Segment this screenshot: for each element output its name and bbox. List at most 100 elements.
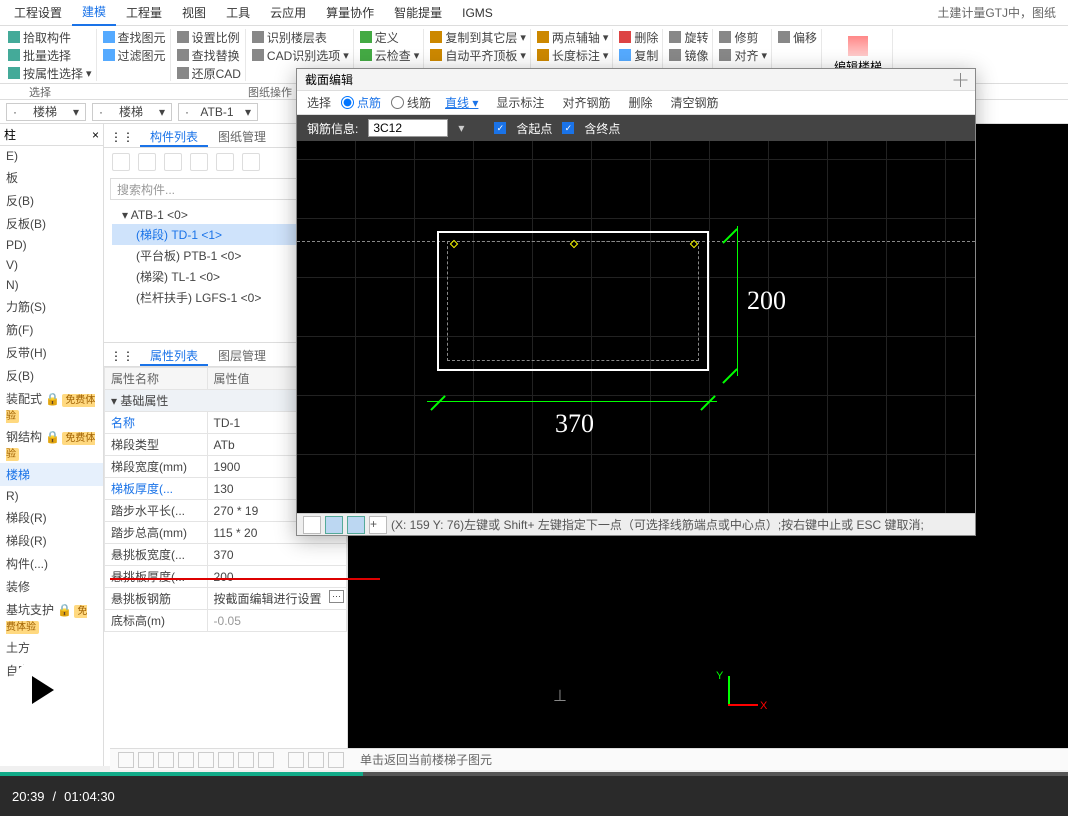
- nav-item[interactable]: 筋(F): [0, 318, 103, 341]
- ribbon-rotate[interactable]: 旋转: [669, 29, 708, 45]
- nav-item[interactable]: 力筋(S): [0, 295, 103, 318]
- snap-button[interactable]: [325, 516, 343, 534]
- nav-item[interactable]: 装修: [0, 575, 103, 598]
- ribbon-cloudcheck[interactable]: 云检查 ▾: [360, 47, 420, 63]
- radio-point[interactable]: 点筋: [341, 94, 381, 111]
- show-dim-button[interactable]: 显示标注: [492, 93, 548, 112]
- menu-item[interactable]: 视图: [172, 0, 216, 25]
- snap-button[interactable]: [347, 516, 365, 534]
- section-canvas[interactable]: 370 200: [297, 141, 975, 513]
- menu-item[interactable]: 建模: [72, 0, 116, 26]
- new-icon[interactable]: [112, 153, 130, 171]
- nav-item[interactable]: 土方: [0, 636, 103, 659]
- clear-button[interactable]: 清空钢筋: [666, 93, 722, 112]
- ribbon-aligntop[interactable]: 自动平齐顶板 ▾: [430, 47, 526, 63]
- menu-item[interactable]: 智能提量: [384, 0, 452, 25]
- align-button[interactable]: 对齐钢筋: [558, 93, 614, 112]
- ribbon-dimension[interactable]: 长度标注 ▾: [537, 47, 609, 63]
- ribbon-replace[interactable]: 查找替换: [177, 47, 241, 63]
- radio-line[interactable]: 线筋: [391, 94, 431, 111]
- menu-item[interactable]: 工具: [216, 0, 260, 25]
- ribbon-byprop[interactable]: 按属性选择 ▾: [8, 65, 92, 81]
- ribbon-pick[interactable]: 拾取构件: [8, 29, 92, 45]
- close-icon[interactable]: ×: [92, 128, 99, 142]
- nav-item[interactable]: 装配式 🔒免费体验: [0, 387, 103, 425]
- status-btn[interactable]: [218, 752, 234, 768]
- down-icon[interactable]: [242, 153, 260, 171]
- nav-item[interactable]: 板: [0, 166, 103, 189]
- tab-properties[interactable]: 属性列表: [140, 343, 208, 366]
- nav-item[interactable]: 反(B): [0, 189, 103, 212]
- ribbon-align[interactable]: 对齐 ▾: [719, 47, 767, 63]
- ribbon-batch[interactable]: 批量选择: [8, 47, 92, 63]
- ribbon-find[interactable]: 查找图元: [103, 29, 166, 45]
- snap-button[interactable]: +: [369, 516, 387, 534]
- ribbon-delete[interactable]: 删除: [619, 29, 658, 45]
- status-btn[interactable]: [258, 752, 274, 768]
- status-btn[interactable]: [308, 752, 324, 768]
- ribbon-floortable[interactable]: 识别楼层表: [252, 29, 349, 45]
- menu-item[interactable]: 云应用: [260, 0, 316, 25]
- combo-member[interactable]: · ATB-1 ▾: [178, 103, 258, 121]
- status-btn[interactable]: [198, 752, 214, 768]
- menu-item[interactable]: 工程量: [116, 0, 172, 25]
- snap-button[interactable]: [303, 516, 321, 534]
- tab-layers[interactable]: 图层管理: [208, 343, 276, 366]
- tab-components[interactable]: 构件列表: [140, 124, 208, 147]
- nav-item[interactable]: 钢结构 🔒免费体验: [0, 425, 103, 463]
- prop-value[interactable]: -0.05: [207, 610, 346, 632]
- nav-item[interactable]: E): [0, 146, 103, 166]
- menu-item[interactable]: IGMS: [452, 2, 503, 24]
- ribbon-auxaxis[interactable]: 两点辅轴 ▾: [537, 29, 609, 45]
- play-button[interactable]: [10, 660, 70, 720]
- nav-item[interactable]: 梯段(R): [0, 529, 103, 552]
- status-btn[interactable]: [118, 752, 134, 768]
- prop-value-editor[interactable]: 按截面编辑进行设置⋯: [207, 588, 346, 610]
- up-icon[interactable]: [216, 153, 234, 171]
- ribbon-restore[interactable]: 还原CAD: [177, 65, 241, 81]
- status-btn[interactable]: [178, 752, 194, 768]
- copy-icon[interactable]: [138, 153, 156, 171]
- ribbon-filter[interactable]: 过滤图元: [103, 47, 166, 63]
- menu-item[interactable]: 工程设置: [4, 0, 72, 25]
- nav-item[interactable]: 反(B): [0, 364, 103, 387]
- status-btn[interactable]: [238, 752, 254, 768]
- status-btn[interactable]: [288, 752, 304, 768]
- menu-icon[interactable]: ⋮⋮: [104, 124, 140, 147]
- status-btn[interactable]: [158, 752, 174, 768]
- chevron-down-icon[interactable]: ▾: [458, 121, 464, 135]
- nav-item[interactable]: R): [0, 486, 103, 506]
- nav-item[interactable]: N): [0, 275, 103, 295]
- paste-icon[interactable]: [190, 153, 208, 171]
- ribbon-copylayer[interactable]: 复制到其它层 ▾: [430, 29, 526, 45]
- checkbox[interactable]: ✓: [494, 122, 506, 134]
- ribbon-trim[interactable]: 修剪: [719, 29, 767, 45]
- combo-type[interactable]: · 楼梯 ▾: [92, 103, 172, 121]
- ribbon-cadopt[interactable]: CAD识别选项 ▾: [252, 47, 349, 63]
- nav-item[interactable]: 反带(H): [0, 341, 103, 364]
- nav-item[interactable]: 反板(B): [0, 212, 103, 235]
- ellipsis-button[interactable]: ⋯: [329, 590, 344, 603]
- rebar-info-input[interactable]: [368, 119, 448, 137]
- nav-item[interactable]: 基坑支护 🔒免费体验: [0, 598, 103, 636]
- ribbon-mirror[interactable]: 镜像: [669, 47, 708, 63]
- close-icon[interactable]: [953, 73, 967, 87]
- nav-item[interactable]: 构件(...): [0, 552, 103, 575]
- delete-icon[interactable]: [164, 153, 182, 171]
- prop-value[interactable]: 200: [207, 566, 346, 588]
- line-button[interactable]: 直线 ▾: [441, 93, 482, 112]
- nav-item[interactable]: V): [0, 255, 103, 275]
- status-btn[interactable]: [138, 752, 154, 768]
- combo-category[interactable]: · 楼梯 ▾: [6, 103, 86, 121]
- radio[interactable]: [341, 96, 354, 109]
- nav-item[interactable]: 梯段(R): [0, 506, 103, 529]
- nav-item-stair[interactable]: 楼梯: [0, 463, 103, 486]
- tab-drawings[interactable]: 图纸管理: [208, 124, 276, 147]
- nav-item[interactable]: PD): [0, 235, 103, 255]
- ribbon-define[interactable]: 定义: [360, 29, 420, 45]
- status-btn[interactable]: [328, 752, 344, 768]
- checkbox[interactable]: ✓: [562, 122, 574, 134]
- ribbon-scale[interactable]: 设置比例: [177, 29, 241, 45]
- radio[interactable]: [391, 96, 404, 109]
- ribbon-copy[interactable]: 复制: [619, 47, 658, 63]
